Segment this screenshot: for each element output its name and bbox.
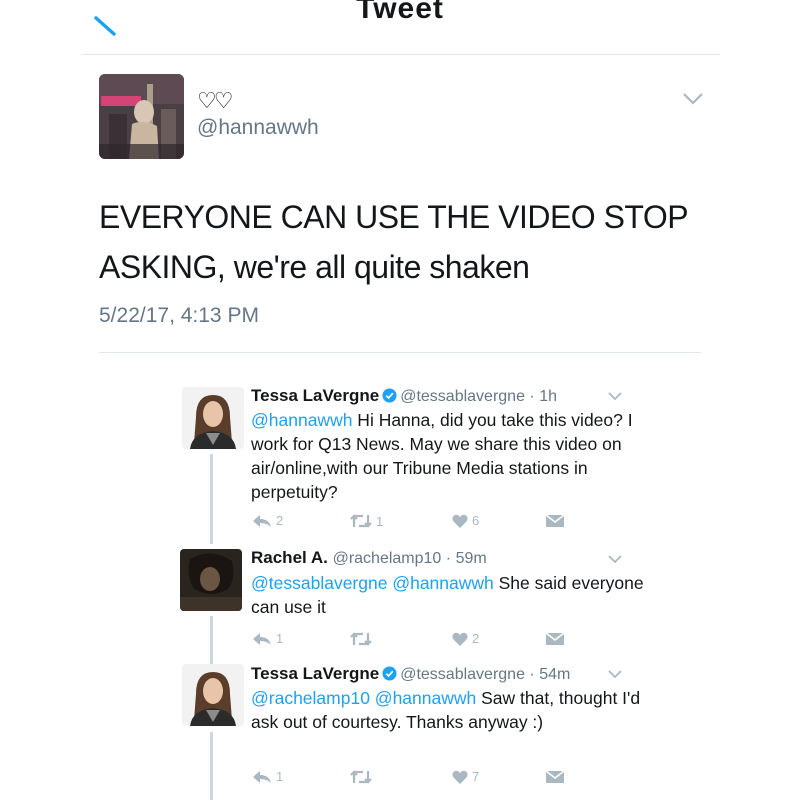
heart-icon — [452, 770, 468, 784]
heart-icon — [452, 632, 468, 646]
separator-dot: · — [529, 388, 535, 405]
chevron-down-icon[interactable] — [608, 670, 622, 679]
like-button[interactable]: 6 — [452, 513, 479, 528]
thread-line — [210, 616, 213, 664]
avatar[interactable] — [182, 387, 244, 449]
like-count: 7 — [472, 769, 480, 784]
retweet-icon — [350, 632, 372, 646]
reply-button[interactable]: 1 — [252, 631, 283, 646]
retweet-button[interactable]: 1 — [350, 513, 383, 529]
tweet-divider — [99, 352, 701, 353]
chevron-down-icon[interactable] — [682, 92, 704, 106]
heart-icon — [452, 514, 468, 528]
reply-icon — [253, 514, 271, 527]
reply-author-handle[interactable]: @tessablavergne — [400, 666, 525, 683]
user-handle[interactable]: @hannawwh — [197, 116, 319, 140]
reply-mentions[interactable]: @rachelamp10 @hannawwh — [251, 688, 476, 708]
retweet-button[interactable] — [350, 769, 376, 785]
reply-time: 54m — [539, 666, 571, 683]
chevron-down-icon[interactable] — [608, 555, 622, 564]
reply-author-name[interactable]: Rachel A. — [251, 548, 328, 567]
reply-count: 1 — [276, 769, 284, 784]
avatar[interactable] — [99, 74, 184, 159]
reply-icon — [253, 770, 271, 783]
avatar[interactable] — [180, 549, 242, 611]
reply-text: @hannawwh Hi Hanna, did you take this vi… — [251, 408, 651, 504]
direct-message-button[interactable] — [545, 632, 565, 646]
header-divider — [82, 54, 720, 55]
thread-line — [210, 454, 213, 544]
reply-button[interactable]: 1 — [252, 769, 283, 784]
reply-icon — [253, 632, 271, 645]
separator-dot: · — [529, 666, 535, 683]
reply-mentions[interactable]: @hannawwh — [251, 410, 352, 430]
like-button[interactable]: 7 — [452, 769, 479, 784]
chevron-down-icon[interactable] — [608, 392, 622, 401]
reply-text: @tessablavergne @hannawwh She said every… — [251, 571, 651, 619]
tweet-timestamp: 5/22/17, 4:13 PM — [99, 304, 259, 327]
envelope-icon — [545, 770, 565, 783]
thread-line — [210, 732, 213, 800]
retweet-icon — [350, 770, 372, 784]
retweet-count: 1 — [376, 513, 384, 529]
reply-author-name[interactable]: Tessa LaVergne — [251, 664, 379, 683]
verified-badge-icon — [382, 388, 397, 403]
like-count: 6 — [472, 513, 480, 528]
reply-mentions[interactable]: @tessablavergne @hannawwh — [251, 573, 494, 593]
reply-button[interactable]: 2 — [252, 513, 283, 528]
avatar[interactable] — [182, 664, 244, 726]
reply-time: 1h — [539, 388, 557, 405]
reply-author-name[interactable]: Tessa LaVergne — [251, 386, 379, 405]
separator-dot: · — [445, 550, 452, 567]
reply-count: 1 — [276, 631, 284, 646]
reply-time: 59m — [455, 550, 487, 567]
envelope-icon — [545, 514, 565, 527]
tweet-text: EVERYONE CAN USE THE VIDEO STOP ASKING, … — [99, 199, 688, 285]
reply-author-handle[interactable]: @rachelamp10 — [333, 550, 442, 567]
retweet-icon — [350, 514, 372, 528]
direct-message-button[interactable] — [545, 514, 565, 528]
like-count: 2 — [472, 631, 480, 646]
retweet-button[interactable] — [350, 631, 376, 647]
like-button[interactable]: 2 — [452, 631, 479, 646]
reply-text: @rachelamp10 @hannawwh Saw that, thought… — [251, 686, 651, 734]
envelope-icon — [545, 632, 565, 645]
display-name[interactable]: ♡♡ — [197, 88, 233, 114]
reply-author-handle[interactable]: @tessablavergne — [400, 388, 525, 405]
direct-message-button[interactable] — [545, 770, 565, 784]
reply-count: 2 — [276, 513, 284, 528]
page-title: Tweet — [356, 0, 444, 25]
verified-badge-icon — [382, 666, 397, 681]
